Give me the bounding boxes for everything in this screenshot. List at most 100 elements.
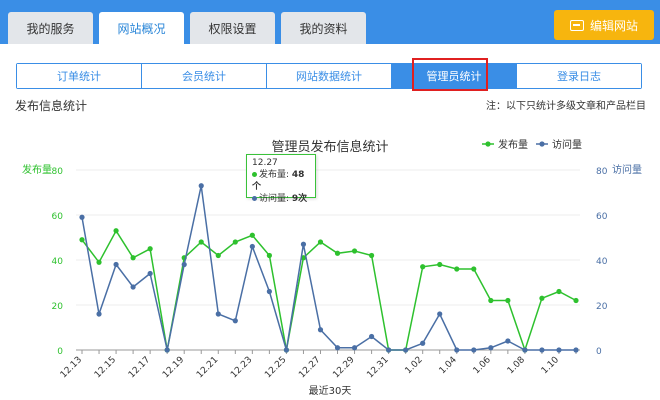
legend-label: 发布量 [498, 138, 528, 151]
series-line-visits [81, 185, 576, 351]
legend-marker [485, 141, 491, 147]
data-point-visits [403, 347, 409, 353]
data-point-visits [96, 311, 102, 317]
data-point-publish [232, 239, 238, 245]
data-point-publish [334, 250, 341, 256]
data-point-publish [130, 255, 136, 261]
x-tick-label: 1.02 [404, 355, 425, 376]
top-tabs: 我的服务 网站概况 权限设置 我的资料 [8, 12, 366, 44]
tab-site-overview[interactable]: 网站概况 [99, 12, 184, 44]
data-point-visits [300, 241, 307, 247]
x-tick-label: 12.15 [93, 355, 118, 380]
publish-stats-chart: 管理员发布信息统计发布量 访问量最近30天02040608002040608012… [22, 138, 642, 397]
series-line-publish [81, 229, 577, 353]
x-tick-label: 12.27 [297, 355, 322, 380]
x-tick-label: 12.23 [229, 355, 254, 380]
data-point-visits [79, 214, 85, 220]
data-point-visits [147, 270, 153, 277]
legend-marker [539, 141, 545, 147]
data-point-visits [522, 347, 528, 353]
data-point-visits [505, 338, 511, 344]
data-point-publish [437, 261, 443, 268]
x-tick-label: 12.31 [365, 355, 390, 380]
edit-site-label: 编辑网站 [589, 18, 638, 33]
data-point-publish [454, 266, 460, 272]
y-tick-left: 60 [52, 212, 64, 222]
tab-permissions[interactable]: 权限设置 [190, 12, 275, 44]
y-tick-left: 0 [57, 347, 63, 357]
tooltip-visit-row: 访问量: 9次 [252, 193, 310, 205]
data-point-publish [488, 297, 494, 304]
data-point-publish [351, 248, 358, 254]
data-point-visits [113, 261, 119, 268]
data-point-visits [437, 311, 443, 317]
edit-site-icon [569, 19, 584, 31]
data-point-publish [368, 252, 375, 259]
data-point-visits [130, 284, 136, 290]
chart-tooltip: 12.27 发布量: 48个 访问量: 9次 [246, 154, 316, 204]
y-tick-right: 60 [596, 212, 608, 222]
data-point-visits [266, 288, 272, 295]
data-point-visits [454, 347, 460, 353]
data-point-publish [266, 252, 272, 259]
data-point-publish [317, 239, 324, 245]
edit-site-button[interactable]: 编辑网站 [554, 10, 654, 40]
data-point-visits [215, 311, 221, 317]
data-point-publish [505, 297, 511, 304]
data-point-publish [573, 297, 579, 304]
x-axis-label: 最近30天 [309, 384, 352, 397]
x-tick-label: 12.21 [195, 355, 220, 380]
data-point-publish [147, 246, 153, 252]
data-point-visits [488, 345, 494, 351]
data-point-visits [181, 261, 187, 268]
data-point-visits [317, 327, 324, 333]
x-tick-label: 12.17 [127, 355, 152, 380]
tooltip-date: 12.27 [252, 158, 278, 168]
y-axis-label-left: 发布量 [22, 163, 52, 176]
data-point-publish [198, 239, 204, 245]
data-point-publish [249, 232, 255, 238]
tooltip-visit-value: 9次 [291, 194, 308, 204]
x-tick-label: 1.06 [472, 355, 493, 376]
legend-label: 访问量 [552, 138, 582, 151]
data-point-visits [573, 347, 579, 353]
data-point-publish [113, 228, 119, 234]
y-tick-right: 40 [596, 257, 608, 267]
data-point-publish [420, 264, 426, 270]
data-point-visits [539, 347, 545, 353]
tooltip-publish-row: 发布量: 48个 [252, 170, 305, 192]
x-tick-label: 12.19 [161, 355, 186, 380]
x-tick-label: 1.10 [540, 355, 561, 376]
y-tick-right: 20 [596, 302, 608, 312]
tab-my-services[interactable]: 我的服务 [8, 12, 93, 44]
x-tick-label: 12.13 [59, 355, 84, 380]
data-point-publish [215, 252, 221, 259]
tooltip-publish-label: 发布量 [259, 170, 287, 180]
x-tick-label: 12.29 [331, 355, 356, 380]
x-tick-label: 12.25 [263, 355, 288, 380]
x-tick-label: 1.04 [438, 355, 459, 376]
data-point-visits [420, 340, 426, 346]
data-point-publish [539, 295, 545, 301]
data-point-visits [198, 183, 204, 189]
data-point-publish [79, 237, 85, 243]
data-point-publish [96, 259, 102, 265]
y-tick-left: 40 [52, 257, 64, 267]
tab-my-profile[interactable]: 我的资料 [281, 12, 366, 44]
data-point-publish [471, 266, 477, 272]
data-point-visits [334, 345, 341, 351]
tooltip-visit-label: 访问量 [259, 194, 287, 204]
data-point-visits [164, 347, 170, 353]
y-axis-label-right: 访问量 [612, 163, 642, 176]
chart-title: 管理员发布信息统计 [271, 139, 388, 155]
y-tick-right: 0 [596, 347, 602, 357]
data-point-visits [471, 347, 477, 353]
y-tick-left: 20 [52, 302, 64, 312]
data-point-visits [249, 243, 255, 250]
data-point-visits [386, 347, 392, 353]
data-point-publish [556, 288, 562, 295]
y-tick-right: 80 [596, 167, 608, 177]
data-point-visits [351, 345, 358, 351]
data-point-visits [283, 347, 290, 353]
x-tick-label: 1.08 [506, 355, 527, 376]
